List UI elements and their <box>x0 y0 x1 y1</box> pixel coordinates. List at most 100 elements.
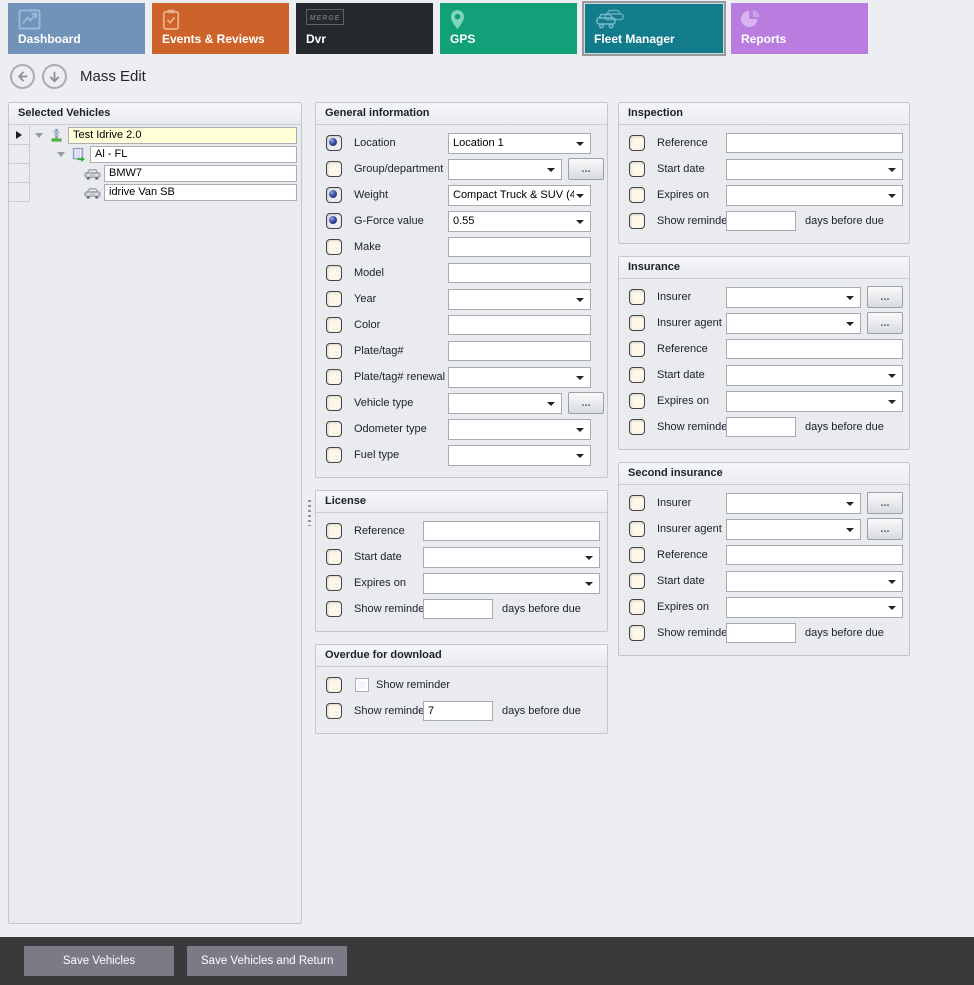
general-vehicle-type-toggle-checkbox[interactable] <box>326 395 342 411</box>
inspection-start-date-select[interactable] <box>726 159 903 180</box>
insurance-reference-toggle-checkbox[interactable] <box>629 341 645 357</box>
overdue-show-reminder-toggle-checkbox[interactable] <box>326 703 342 719</box>
vehicle-tree: Test Idrive 2.0Al - FLBMW7idrive Van SB <box>9 125 301 202</box>
second_insurance-insurer-agent-browse-button[interactable]: ... <box>867 518 903 540</box>
form-row: G-Force value0.55 <box>316 208 607 234</box>
tree-row-test-idrive-2-0[interactable]: Test Idrive 2.0 <box>9 126 301 145</box>
inspection-start-date-toggle-checkbox[interactable] <box>629 161 645 177</box>
insurance-insurer-agent-toggle-checkbox[interactable] <box>629 315 645 331</box>
general-plate-tag-renewal-toggle-checkbox[interactable] <box>326 369 342 385</box>
license-reference-toggle-checkbox[interactable] <box>326 523 342 539</box>
field-label: Expires on <box>354 577 406 589</box>
license-reference-input[interactable] <box>423 521 600 541</box>
tree-expander-icon[interactable] <box>33 133 45 138</box>
general-make-toggle-checkbox[interactable] <box>326 239 342 255</box>
insurance-start-date-toggle-checkbox[interactable] <box>629 367 645 383</box>
general-model-toggle-checkbox[interactable] <box>326 265 342 281</box>
save-vehicles-and-return-button[interactable]: Save Vehicles and Return <box>187 946 347 976</box>
second_insurance-reference-input[interactable] <box>726 545 903 565</box>
license-show-reminder-toggle-checkbox[interactable] <box>326 601 342 617</box>
license-expires-on-toggle-checkbox[interactable] <box>326 575 342 591</box>
inspection-show-reminder-input[interactable] <box>726 211 796 231</box>
field-label: Model <box>354 267 384 279</box>
save-vehicles-button[interactable]: Save Vehicles <box>24 946 174 976</box>
insurance-insurer-agent-select[interactable] <box>726 313 861 334</box>
nav-tab-reports[interactable]: Reports <box>731 3 868 54</box>
general-odometer-type-toggle-checkbox[interactable] <box>326 421 342 437</box>
general-plate-tag-input[interactable] <box>448 341 591 361</box>
nav-tab-dvr[interactable]: MERGEDvr <box>296 3 433 54</box>
insurance-reference-input[interactable] <box>726 339 903 359</box>
second_insurance-show-reminder-toggle-checkbox[interactable] <box>629 625 645 641</box>
general-vehicle-type-select[interactable] <box>448 393 562 414</box>
inspection-reference-toggle-checkbox[interactable] <box>629 135 645 151</box>
tree-row-al-fl[interactable]: Al - FL <box>9 145 301 164</box>
general-g-force-value-select[interactable]: 0.55 <box>448 211 591 232</box>
general-weight-select[interactable]: Compact Truck & SUV (4... <box>448 185 591 206</box>
inspection-expires-on-select[interactable] <box>726 185 903 206</box>
general-plate-tag-toggle-checkbox[interactable] <box>326 343 342 359</box>
general-group-department-browse-button[interactable]: ... <box>568 158 604 180</box>
general-year-toggle-checkbox[interactable] <box>326 291 342 307</box>
overdue-show-reminder-toggle-checkbox[interactable] <box>326 677 342 693</box>
back-button[interactable] <box>10 64 35 89</box>
license-start-date-select[interactable] <box>423 547 600 568</box>
insurance-insurer-browse-button[interactable]: ... <box>867 286 903 308</box>
second_insurance-insurer-browse-button[interactable]: ... <box>867 492 903 514</box>
move-down-button[interactable] <box>42 64 67 89</box>
overdue-show-reminder-input[interactable] <box>423 701 493 721</box>
general-location-select[interactable]: Location 1 <box>448 133 591 154</box>
second_insurance-insurer-agent-toggle-checkbox[interactable] <box>629 521 645 537</box>
inspection-expires-on-toggle-checkbox[interactable] <box>629 187 645 203</box>
nav-tab-dashboard[interactable]: Dashboard <box>8 3 145 54</box>
general-color-toggle-checkbox[interactable] <box>326 317 342 333</box>
second_insurance-expires-on-toggle-checkbox[interactable] <box>629 599 645 615</box>
nav-tab-events-reviews[interactable]: Events & Reviews <box>152 3 289 54</box>
license-expires-on-select[interactable] <box>423 573 600 594</box>
license-show-reminder-input[interactable] <box>423 599 493 619</box>
second_insurance-insurer-select[interactable] <box>726 493 861 514</box>
nav-tab-gps[interactable]: GPS <box>440 3 577 54</box>
second_insurance-expires-on-select[interactable] <box>726 597 903 618</box>
general-group-department-select[interactable] <box>448 159 562 180</box>
general-g-force-value-toggle-checkbox[interactable] <box>326 213 342 229</box>
second_insurance-start-date-select[interactable] <box>726 571 903 592</box>
general-location-toggle-checkbox[interactable] <box>326 135 342 151</box>
tree-row-bmw7[interactable]: BMW7 <box>9 164 301 183</box>
inspection-reference-input[interactable] <box>726 133 903 153</box>
splitter-grip-icon <box>308 500 311 526</box>
select-value: Location 1 <box>453 137 504 149</box>
general-odometer-type-select[interactable] <box>448 419 591 440</box>
general-fuel-type-select[interactable] <box>448 445 591 466</box>
general-vehicle-type-browse-button[interactable]: ... <box>568 392 604 414</box>
insurance-insurer-toggle-checkbox[interactable] <box>629 289 645 305</box>
insurance-expires-on-toggle-checkbox[interactable] <box>629 393 645 409</box>
license-start-date-toggle-checkbox[interactable] <box>326 549 342 565</box>
general-model-input[interactable] <box>448 263 591 283</box>
second_insurance-insurer-toggle-checkbox[interactable] <box>629 495 645 511</box>
tree-expander-icon[interactable] <box>55 152 67 157</box>
insurance-expires-on-select[interactable] <box>726 391 903 412</box>
general-weight-toggle-checkbox[interactable] <box>326 187 342 203</box>
insurance-start-date-select[interactable] <box>726 365 903 386</box>
general-year-select[interactable] <box>448 289 591 310</box>
tree-row-idrive-van-sb[interactable]: idrive Van SB <box>9 183 301 202</box>
second_insurance-show-reminder-input[interactable] <box>726 623 796 643</box>
general-fuel-type-toggle-checkbox[interactable] <box>326 447 342 463</box>
inspection-show-reminder-toggle-checkbox[interactable] <box>629 213 645 229</box>
insurance-insurer-select[interactable] <box>726 287 861 308</box>
general-group-department-toggle-checkbox[interactable] <box>326 161 342 177</box>
second_insurance-start-date-toggle-checkbox[interactable] <box>629 573 645 589</box>
insurance-insurer-agent-browse-button[interactable]: ... <box>867 312 903 334</box>
insurance-show-reminder-input[interactable] <box>726 417 796 437</box>
panel-splitter[interactable] <box>305 102 313 924</box>
second_insurance-insurer-agent-select[interactable] <box>726 519 861 540</box>
general-color-input[interactable] <box>448 315 591 335</box>
nav-tab-fleet-manager[interactable]: Fleet Manager <box>584 3 724 54</box>
second_insurance-reference-toggle-checkbox[interactable] <box>629 547 645 563</box>
general-make-input[interactable] <box>448 237 591 257</box>
general-plate-tag-renewal-select[interactable] <box>448 367 591 388</box>
overdue-show-reminder-checkbox[interactable] <box>355 678 369 692</box>
tree-node-label: Al - FL <box>90 146 297 163</box>
insurance-show-reminder-toggle-checkbox[interactable] <box>629 419 645 435</box>
